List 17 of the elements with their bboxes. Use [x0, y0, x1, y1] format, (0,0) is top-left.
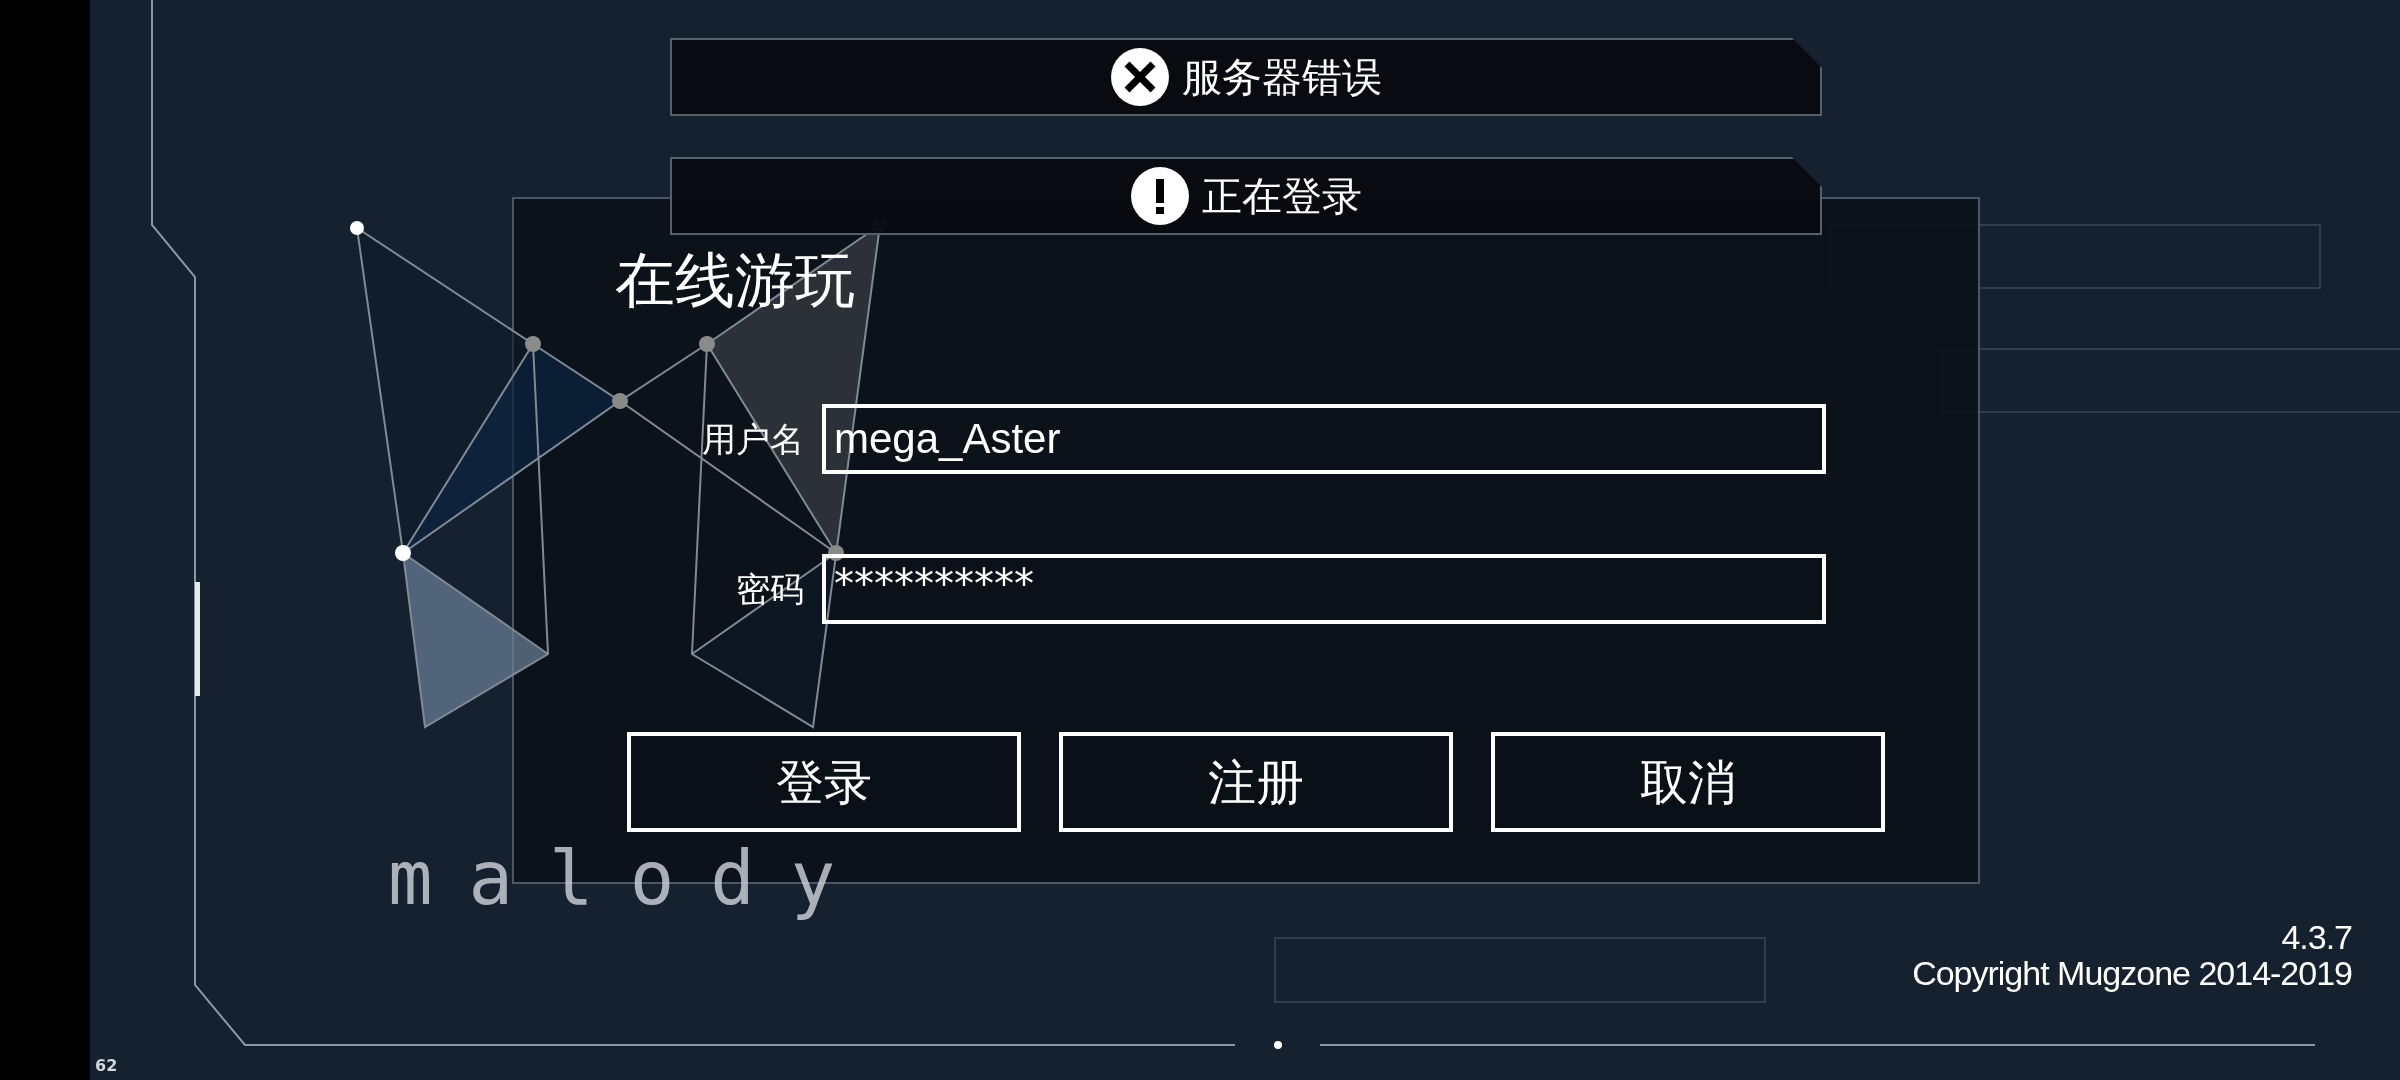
close-icon — [1110, 47, 1170, 107]
logo: malody — [388, 836, 872, 922]
username-label: 用户名 — [701, 417, 805, 461]
fps-counter: 62 — [95, 1058, 118, 1074]
dialog-button[interactable]: 登录 — [627, 732, 1021, 832]
password-label: 密码 — [735, 567, 805, 611]
notification-text: 正在登录 — [1202, 172, 1362, 221]
notification-text: 服务器错误 — [1182, 53, 1382, 102]
password-field[interactable]: ********** — [822, 554, 1826, 624]
dialog-title: 在线游玩 — [615, 247, 855, 313]
dialog-button[interactable]: 注册 — [1059, 732, 1453, 832]
copyright-text: Copyright Mugzone 2014-2019 — [1912, 955, 2352, 992]
dot-icon — [1274, 1041, 1282, 1049]
username-field[interactable]: mega_Aster — [822, 404, 1826, 474]
dialog-button[interactable]: 取消 — [1491, 732, 1885, 832]
version-text: 4.3.7 — [2281, 920, 2352, 956]
exclamation-icon — [1130, 166, 1190, 226]
